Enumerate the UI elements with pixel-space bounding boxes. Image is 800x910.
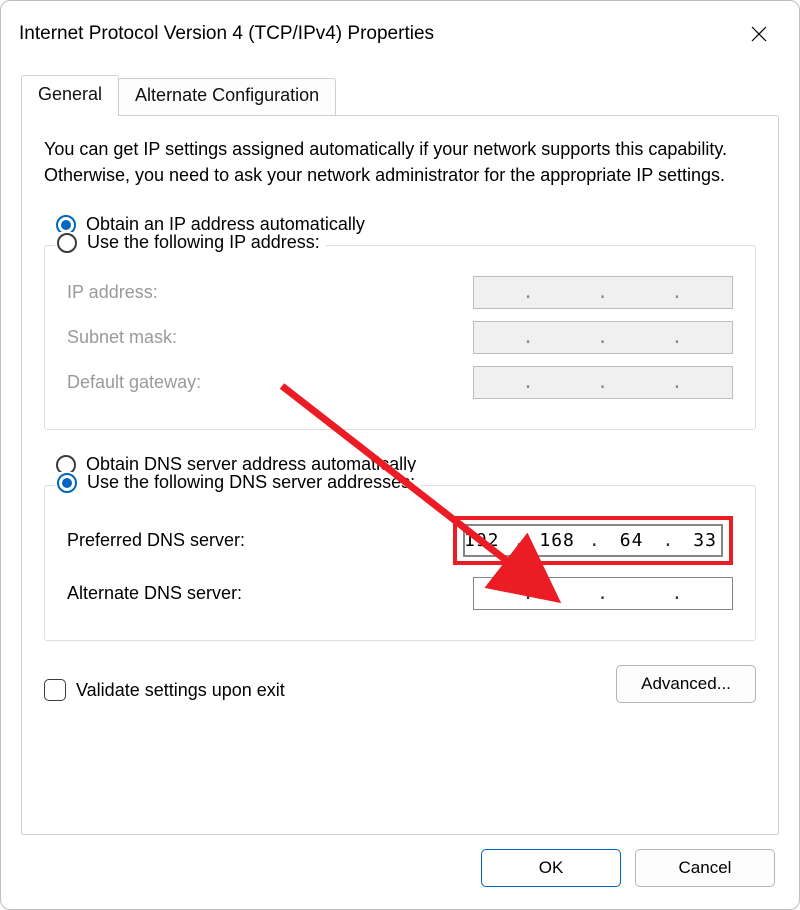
titlebar: Internet Protocol Version 4 (TCP/IPv4) P…	[1, 1, 799, 57]
cancel-button[interactable]: Cancel	[635, 849, 775, 887]
ok-button[interactable]: OK	[481, 849, 621, 887]
close-icon	[751, 26, 767, 42]
description-text: You can get IP settings assigned automat…	[44, 136, 756, 188]
ip-address-label: IP address:	[67, 282, 158, 303]
radio-icon	[57, 473, 77, 493]
ip-address-input: . . .	[473, 276, 733, 309]
dialog-title: Internet Protocol Version 4 (TCP/IPv4) P…	[19, 23, 434, 45]
alternate-dns-input[interactable]: . . .	[473, 577, 733, 610]
alternate-dns-label: Alternate DNS server:	[67, 583, 242, 604]
preferred-dns-label: Preferred DNS server:	[67, 530, 245, 551]
tab-alternate-configuration[interactable]: Alternate Configuration	[118, 78, 336, 116]
close-button[interactable]	[737, 16, 781, 52]
tab-strip: General Alternate Configuration	[1, 57, 799, 116]
validate-settings-checkbox[interactable]: Validate settings upon exit	[44, 679, 285, 701]
preferred-dns-input[interactable]: 192. 168. 64. 33	[463, 524, 723, 557]
radio-label: Use the following DNS server addresses:	[87, 472, 415, 493]
default-gateway-input: . . .	[473, 366, 733, 399]
radio-label: Use the following IP address:	[87, 232, 320, 253]
tab-panel-general: You can get IP settings assigned automat…	[21, 115, 779, 835]
radio-use-following-ip[interactable]: Use the following IP address:	[55, 232, 326, 253]
radio-use-following-dns[interactable]: Use the following DNS server addresses:	[55, 472, 421, 493]
annotation-highlight: 192. 168. 64. 33	[453, 516, 733, 565]
subnet-mask-input: . . .	[473, 321, 733, 354]
default-gateway-label: Default gateway:	[67, 372, 201, 393]
checkbox-label: Validate settings upon exit	[76, 680, 285, 701]
dns-manual-group: Use the following DNS server addresses: …	[44, 485, 756, 641]
tab-general[interactable]: General	[21, 75, 119, 116]
dialog-footer: OK Cancel	[1, 849, 799, 909]
ip-manual-group: Use the following IP address: IP address…	[44, 245, 756, 430]
radio-icon	[57, 233, 77, 253]
subnet-mask-label: Subnet mask:	[67, 327, 177, 348]
checkbox-icon	[44, 679, 66, 701]
ipv4-properties-dialog: Internet Protocol Version 4 (TCP/IPv4) P…	[0, 0, 800, 910]
advanced-button[interactable]: Advanced...	[616, 665, 756, 703]
